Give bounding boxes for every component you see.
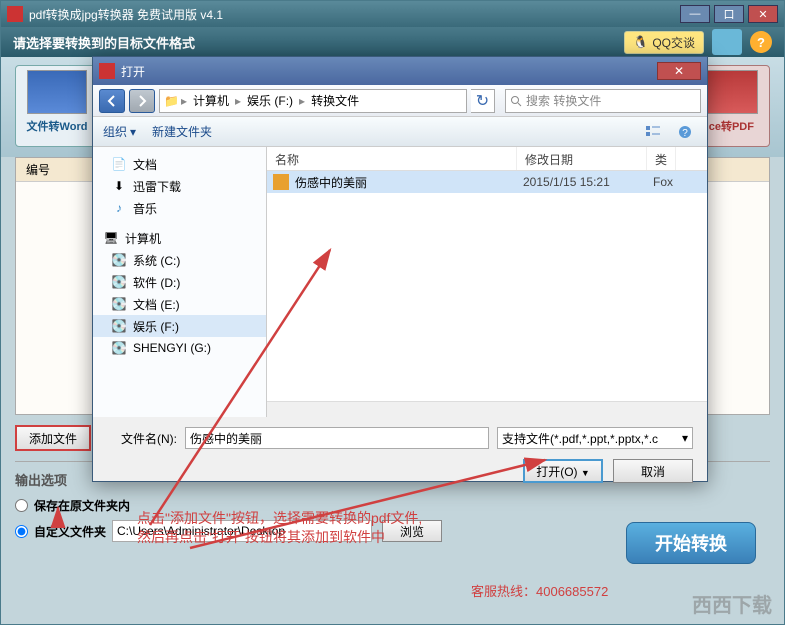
dialog-footer: 文件名(N): 支持文件(*.pdf,*.ppt,*.pptx,*.c▾ 打开(… [93,417,707,493]
view-mode-button[interactable] [641,122,665,142]
col-date[interactable]: 修改日期 [517,147,647,170]
file-header: 名称 修改日期 类 [267,147,707,171]
drive-icon: 💽 [111,297,127,311]
open-dialog: 打开 ✕ 📁 ▸ 计算机 ▸ 娱乐 (F:) ▸ 转换文件 ↻ 搜索 转换文件 … [92,56,708,482]
organize-menu[interactable]: 组织 ▾ [103,123,136,140]
radio-custom[interactable] [15,525,28,538]
radio-original[interactable] [15,499,28,512]
tree-drive-c[interactable]: 💽系统 (C:) [93,249,266,271]
app-icon [7,6,23,22]
download-icon: ⬇ [111,179,127,193]
maximize-button[interactable]: 口 [714,5,744,23]
file-filter-select[interactable]: 支持文件(*.pdf,*.ppt,*.pptx,*.c▾ [497,427,693,449]
main-titlebar: pdf转换成jpg转换器 免费试用版 v4.1 — 口 ✕ [1,1,784,27]
format-word[interactable]: 文件转Word [15,65,99,147]
dialog-title: 打开 [121,63,657,80]
file-pane: 名称 修改日期 类 伤感中的美丽 2015/1/15 15:21 Fox [267,147,707,417]
chevron-down-icon: ▾ [682,431,688,445]
doc-icon [27,70,87,114]
chat-button[interactable] [712,29,742,55]
svg-text:?: ? [682,128,688,139]
help-icon: ? [678,125,692,139]
file-row[interactable]: 伤感中的美丽 2015/1/15 15:21 Fox [267,171,707,193]
forward-arrow-icon [135,94,149,108]
open-button[interactable]: 打开(O) ▼ [523,459,603,483]
annotation-text: 点击"添加文件"按钮，选择需要转换的pdf文件, 然后再点击"打开"按钮将其添加… [137,509,422,548]
radio-custom-label: 自定义文件夹 [34,523,106,540]
filename-label: 文件名(N): [107,430,177,447]
computer-icon: 🖥 [103,231,119,245]
col-name[interactable]: 名称 [267,147,517,170]
dialog-body: 📄文档 ⬇迅雷下载 ♪音乐 🖥计算机 💽系统 (C:) 💽软件 (D:) 💽文档… [93,147,707,417]
folder-tree: 📄文档 ⬇迅雷下载 ♪音乐 🖥计算机 💽系统 (C:) 💽软件 (D:) 💽文档… [93,147,267,417]
watermark: 西西下载 [692,589,772,618]
drive-icon: 💽 [111,319,127,333]
refresh-button[interactable]: ↻ [471,89,495,113]
help-button[interactable]: ? [750,31,772,53]
penguin-icon: 🐧 [633,35,648,49]
back-arrow-icon [105,94,119,108]
breadcrumb[interactable]: 📁 ▸ 计算机 ▸ 娱乐 (F:) ▸ 转换文件 [159,89,467,113]
search-input[interactable]: 搜索 转换文件 [505,89,701,113]
horizontal-scrollbar[interactable] [267,401,707,417]
chevron-down-icon: ▾ [130,125,136,139]
tree-drive-g[interactable]: 💽SHENGYI (G:) [93,337,266,359]
folder-icon: 📁 [164,94,179,108]
col-id: 编号 [26,161,50,178]
close-button[interactable]: ✕ [748,5,778,23]
dialog-close-button[interactable]: ✕ [657,62,701,80]
start-convert-button[interactable]: 开始转换 [626,522,756,564]
drive-icon: 💽 [111,253,127,267]
toolbar-prompt: 请选择要转换到的目标文件格式 [13,33,195,52]
hotline: 客服热线：4006685572 [471,581,608,600]
drive-icon: 💽 [111,341,127,355]
music-icon: ♪ [111,201,127,215]
nav-forward-button[interactable] [129,89,155,113]
tree-drive-e[interactable]: 💽文档 (E:) [93,293,266,315]
dialog-nav: 📁 ▸ 计算机 ▸ 娱乐 (F:) ▸ 转换文件 ↻ 搜索 转换文件 [93,85,707,117]
tree-drive-f[interactable]: 💽娱乐 (F:) [93,315,266,337]
tree-drive-d[interactable]: 💽软件 (D:) [93,271,266,293]
tree-music[interactable]: ♪音乐 [93,197,266,219]
radio-original-label: 保存在原文件夹内 [34,497,130,514]
search-icon [510,95,522,107]
filename-input[interactable] [185,427,489,449]
dialog-toolbar: 组织 ▾ 新建文件夹 ? [93,117,707,147]
dialog-icon [99,63,115,79]
file-icon [273,174,289,190]
nav-back-button[interactable] [99,89,125,113]
help-icon-button[interactable]: ? [673,122,697,142]
new-folder-button[interactable]: 新建文件夹 [152,123,212,140]
tree-xunlei[interactable]: ⬇迅雷下载 [93,175,266,197]
document-icon: 📄 [111,157,127,171]
dialog-titlebar: 打开 ✕ [93,57,707,85]
format-toolbar: 请选择要转换到的目标文件格式 🐧 QQ交谈 ? [1,27,784,57]
app-title: pdf转换成jpg转换器 免费试用版 v4.1 [29,6,680,23]
col-type[interactable]: 类 [647,147,676,170]
tree-docs[interactable]: 📄文档 [93,153,266,175]
list-view-icon [645,125,661,139]
add-file-button[interactable]: 添加文件 [15,425,91,451]
tree-computer[interactable]: 🖥计算机 [93,227,266,249]
cancel-button[interactable]: 取消 [613,459,693,483]
minimize-button[interactable]: — [680,5,710,23]
drive-icon: 💽 [111,275,127,289]
qq-chat-button[interactable]: 🐧 QQ交谈 [624,31,704,54]
